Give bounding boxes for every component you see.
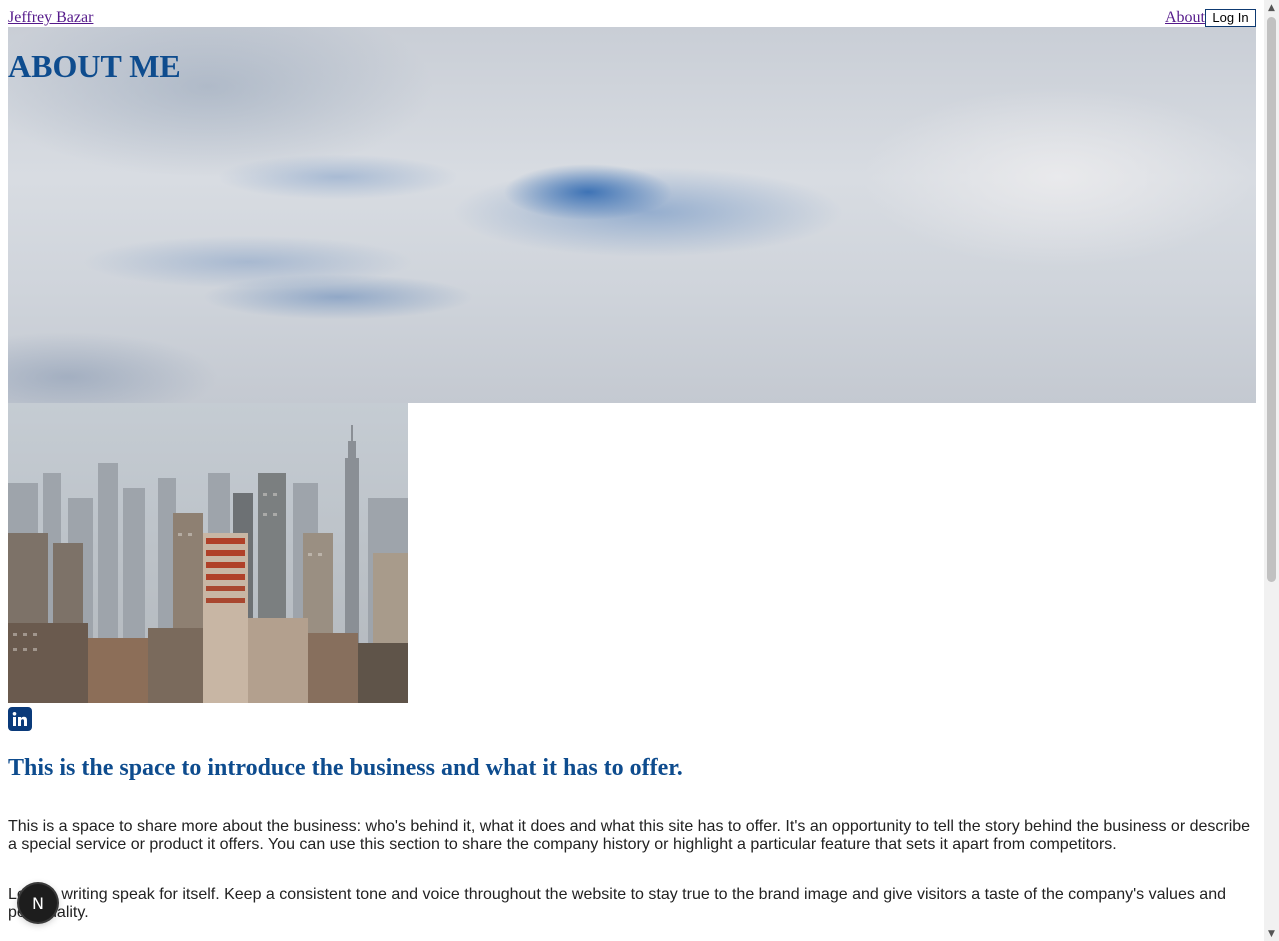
site-header: Jeffrey Bazar About Log In <box>8 0 1256 27</box>
nav-about-link[interactable]: About <box>1165 9 1205 27</box>
scroll-thumb[interactable] <box>1267 17 1276 582</box>
hero-banner: ABOUT ME <box>8 27 1256 403</box>
about-paragraph-1: This is a space to share more about the … <box>8 818 1251 853</box>
vertical-scrollbar[interactable]: ▲ ▼ <box>1264 0 1279 941</box>
linkedin-icon[interactable] <box>8 707 32 731</box>
login-button[interactable]: Log In <box>1205 9 1256 27</box>
section-headline: This is the space to introduce the busin… <box>8 755 683 781</box>
city-skyline-image <box>8 403 408 703</box>
badge-letter: N <box>32 893 44 913</box>
site-name-link[interactable]: Jeffrey Bazar <box>8 9 93 27</box>
scroll-down-arrow-icon[interactable]: ▼ <box>1264 926 1279 941</box>
floating-badge[interactable]: N <box>19 884 57 922</box>
about-paragraph-2: Let the writing speak for itself. Keep a… <box>8 886 1226 921</box>
scroll-up-arrow-icon[interactable]: ▲ <box>1264 0 1279 15</box>
page-title: ABOUT ME <box>8 48 181 84</box>
city-skyline-graphic <box>8 403 408 703</box>
